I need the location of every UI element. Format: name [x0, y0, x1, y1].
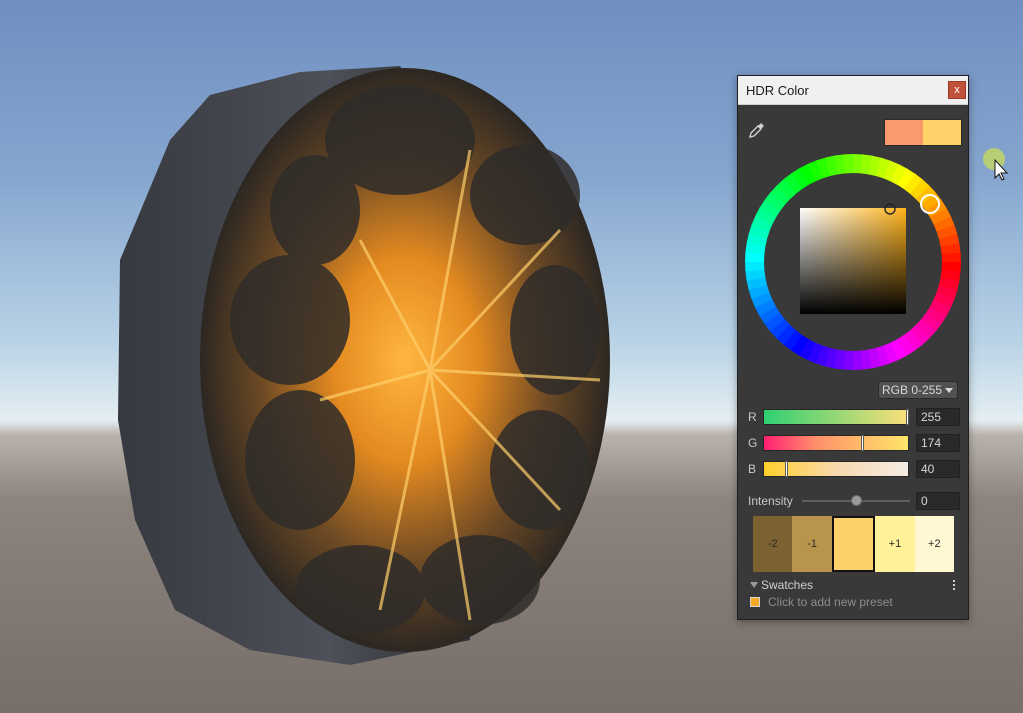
intensity-label: Intensity — [748, 494, 793, 508]
exposure-swatch-minus-1[interactable]: -1 — [792, 516, 832, 572]
intensity-value-field[interactable]: 0 — [916, 492, 960, 510]
color-wheel[interactable] — [745, 154, 961, 370]
exposure-swatch-minus-2[interactable]: -2 — [753, 516, 793, 572]
exposure-swatch-current[interactable] — [831, 516, 876, 572]
r-slider-handle[interactable] — [906, 409, 909, 425]
r-slider[interactable] — [763, 409, 909, 425]
foldout-arrow-icon[interactable] — [750, 582, 758, 588]
exposure-swatches: -2 -1 +1 +2 — [753, 516, 955, 572]
swatches-header[interactable]: Swatches — [748, 578, 960, 594]
channel-label: R — [748, 410, 757, 424]
preset-swatch[interactable] — [750, 597, 760, 607]
channel-row-r: R 255 — [738, 407, 970, 427]
eyedropper-icon[interactable] — [747, 120, 767, 140]
channel-row-b: B 40 — [738, 459, 970, 479]
current-color-swatch — [923, 120, 961, 145]
channel-label: B — [748, 462, 757, 476]
dropdown-arrow-icon — [945, 388, 953, 393]
kebab-menu-icon[interactable] — [950, 578, 958, 592]
channel-label: G — [748, 436, 758, 450]
r-value-field[interactable]: 255 — [916, 408, 960, 426]
previous-color-swatch — [885, 120, 923, 145]
titlebar[interactable]: HDR Color x — [738, 76, 968, 105]
window-title: HDR Color — [746, 83, 809, 98]
mouse-pointer-icon — [982, 147, 1010, 181]
g-slider-handle[interactable] — [860, 435, 864, 451]
g-value-field[interactable]: 174 — [916, 434, 960, 452]
close-button[interactable]: x — [948, 81, 966, 99]
swatches-label: Swatches — [761, 578, 814, 592]
b-value-field[interactable]: 40 — [916, 460, 960, 478]
color-preview — [884, 119, 962, 146]
b-slider-handle[interactable] — [785, 461, 789, 477]
intensity-row: Intensity 0 — [738, 491, 970, 511]
exposure-swatch-plus-1[interactable]: +1 — [875, 516, 915, 572]
3d-object-model — [118, 66, 610, 665]
color-mode-value: RGB 0-255 — [882, 383, 943, 397]
exposure-swatch-plus-2[interactable]: +2 — [914, 516, 955, 572]
hdr-color-window[interactable]: HDR Color x RGB 0-255 R 255 G 174 B 40 I… — [737, 75, 969, 620]
channel-row-g: G 174 — [738, 433, 970, 453]
preset-row[interactable]: Click to add new preset — [748, 595, 960, 611]
g-slider[interactable] — [763, 435, 909, 451]
add-preset-text[interactable]: Click to add new preset — [768, 595, 893, 609]
color-mode-dropdown[interactable]: RGB 0-255 — [878, 381, 958, 399]
intensity-slider-handle[interactable] — [851, 495, 862, 506]
